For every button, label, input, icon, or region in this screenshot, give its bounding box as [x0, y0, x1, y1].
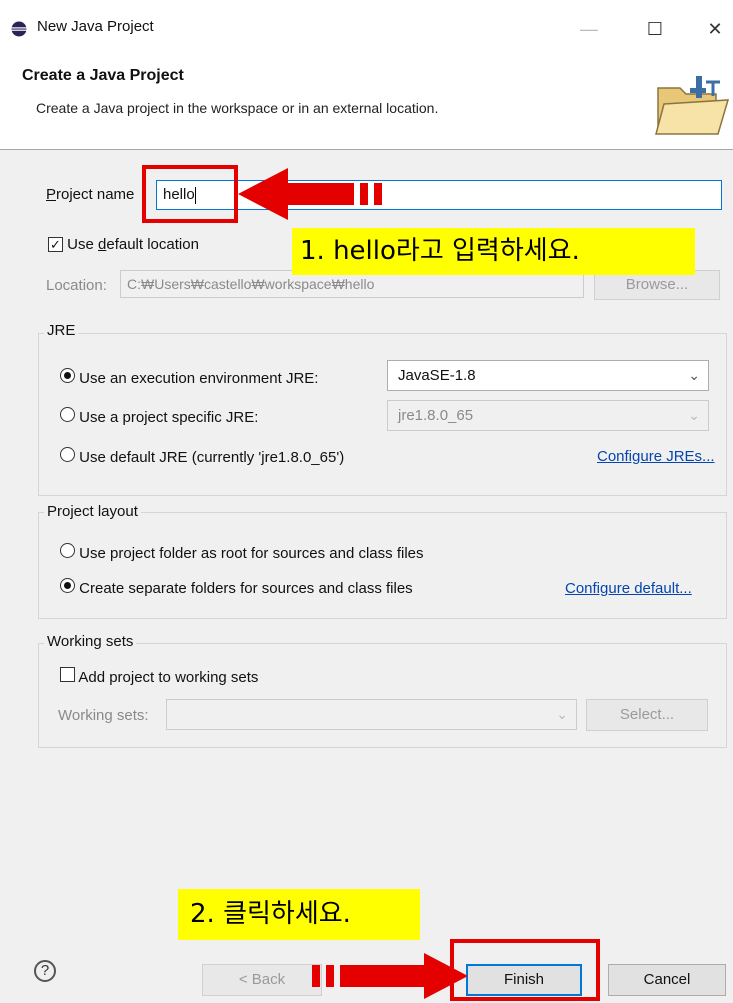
jre-specific-label: Use a project specific JRE:	[79, 409, 259, 426]
back-button[interactable]: < Back	[202, 964, 322, 996]
project-layout-group	[38, 512, 727, 619]
checkbox-unchecked-icon	[60, 667, 75, 682]
highlight-finish-button	[450, 939, 600, 1001]
execution-env-select[interactable]: JavaSE-1.8 ⌄	[387, 360, 709, 391]
page-title: Create a Java Project	[22, 67, 184, 84]
jre-execution-env-radio[interactable]: Use an execution environment JRE:	[60, 368, 318, 387]
cancel-button[interactable]: Cancel	[608, 964, 726, 996]
working-sets-group-title: Working sets	[44, 633, 137, 650]
jre-specific-radio[interactable]: Use a project specific JRE:	[60, 407, 258, 426]
arrow-to-project-name	[238, 168, 382, 220]
select-working-sets-button[interactable]: Select...	[586, 699, 708, 731]
use-default-location-checkbox[interactable]: ✓ Use default location	[48, 236, 199, 253]
new-project-folder-icon	[655, 76, 730, 135]
checkbox-checked-icon: ✓	[48, 237, 63, 252]
working-sets-group	[38, 643, 727, 748]
layout-separate-label: Create separate folders for sources and …	[79, 580, 413, 597]
add-to-working-sets-label: Add project to working sets	[78, 669, 259, 686]
radio-selected-icon	[60, 368, 75, 383]
help-icon[interactable]: ?	[34, 960, 56, 982]
configure-default-link[interactable]: Configure default...	[565, 580, 692, 597]
minimize-button[interactable]: —	[566, 12, 612, 46]
jre-execution-env-label: Use an execution environment JRE:	[79, 370, 319, 387]
eclipse-icon	[11, 21, 27, 37]
window-title: New Java Project	[37, 18, 154, 35]
specific-jre-value: jre1.8.0_65	[398, 407, 474, 424]
working-sets-label: Working sets:	[58, 707, 149, 724]
close-button[interactable]: ✕	[692, 12, 733, 46]
radio-unselected-icon	[60, 407, 75, 422]
chevron-down-icon: ⌄	[556, 706, 568, 722]
specific-jre-select[interactable]: jre1.8.0_65 ⌄	[387, 400, 709, 431]
jre-group-title: JRE	[44, 322, 79, 339]
execution-env-value: JavaSE-1.8	[398, 367, 476, 384]
layout-root-label: Use project folder as root for sources a…	[79, 545, 424, 562]
chevron-down-icon: ⌄	[688, 367, 700, 383]
configure-jres-link[interactable]: Configure JREs...	[597, 448, 715, 465]
wizard-header: Create a Java Project Create a Java proj…	[0, 56, 733, 150]
radio-selected-icon	[60, 578, 75, 593]
project-name-label: Project name	[46, 186, 135, 203]
location-label: Location:	[46, 277, 107, 294]
project-layout-group-title: Project layout	[44, 503, 141, 520]
page-description: Create a Java project in the workspace o…	[36, 100, 439, 116]
working-sets-select[interactable]: ⌄	[166, 699, 577, 730]
callout-click-finish: 2. 클릭하세요.	[178, 889, 420, 940]
callout-enter-hello: 1. hello라고 입력하세요.	[292, 228, 695, 275]
highlight-project-name	[142, 165, 238, 223]
radio-unselected-icon	[60, 447, 75, 462]
radio-unselected-icon	[60, 543, 75, 558]
jre-default-label: Use default JRE (currently 'jre1.8.0_65'…	[79, 449, 345, 466]
layout-separate-radio[interactable]: Create separate folders for sources and …	[60, 578, 413, 597]
maximize-button[interactable]: ☐	[632, 12, 678, 46]
title-bar: New Java Project — ☐ ✕	[0, 0, 733, 56]
arrow-to-finish-button	[312, 953, 468, 999]
layout-root-radio[interactable]: Use project folder as root for sources a…	[60, 543, 424, 562]
jre-default-radio[interactable]: Use default JRE (currently 'jre1.8.0_65'…	[60, 447, 344, 466]
add-to-working-sets-checkbox[interactable]: Add project to working sets	[60, 667, 258, 686]
use-default-location-label: Use default location	[67, 236, 199, 253]
wizard-body: Project name hello ✓ Use default locatio…	[0, 150, 733, 940]
chevron-down-icon: ⌄	[688, 407, 700, 423]
